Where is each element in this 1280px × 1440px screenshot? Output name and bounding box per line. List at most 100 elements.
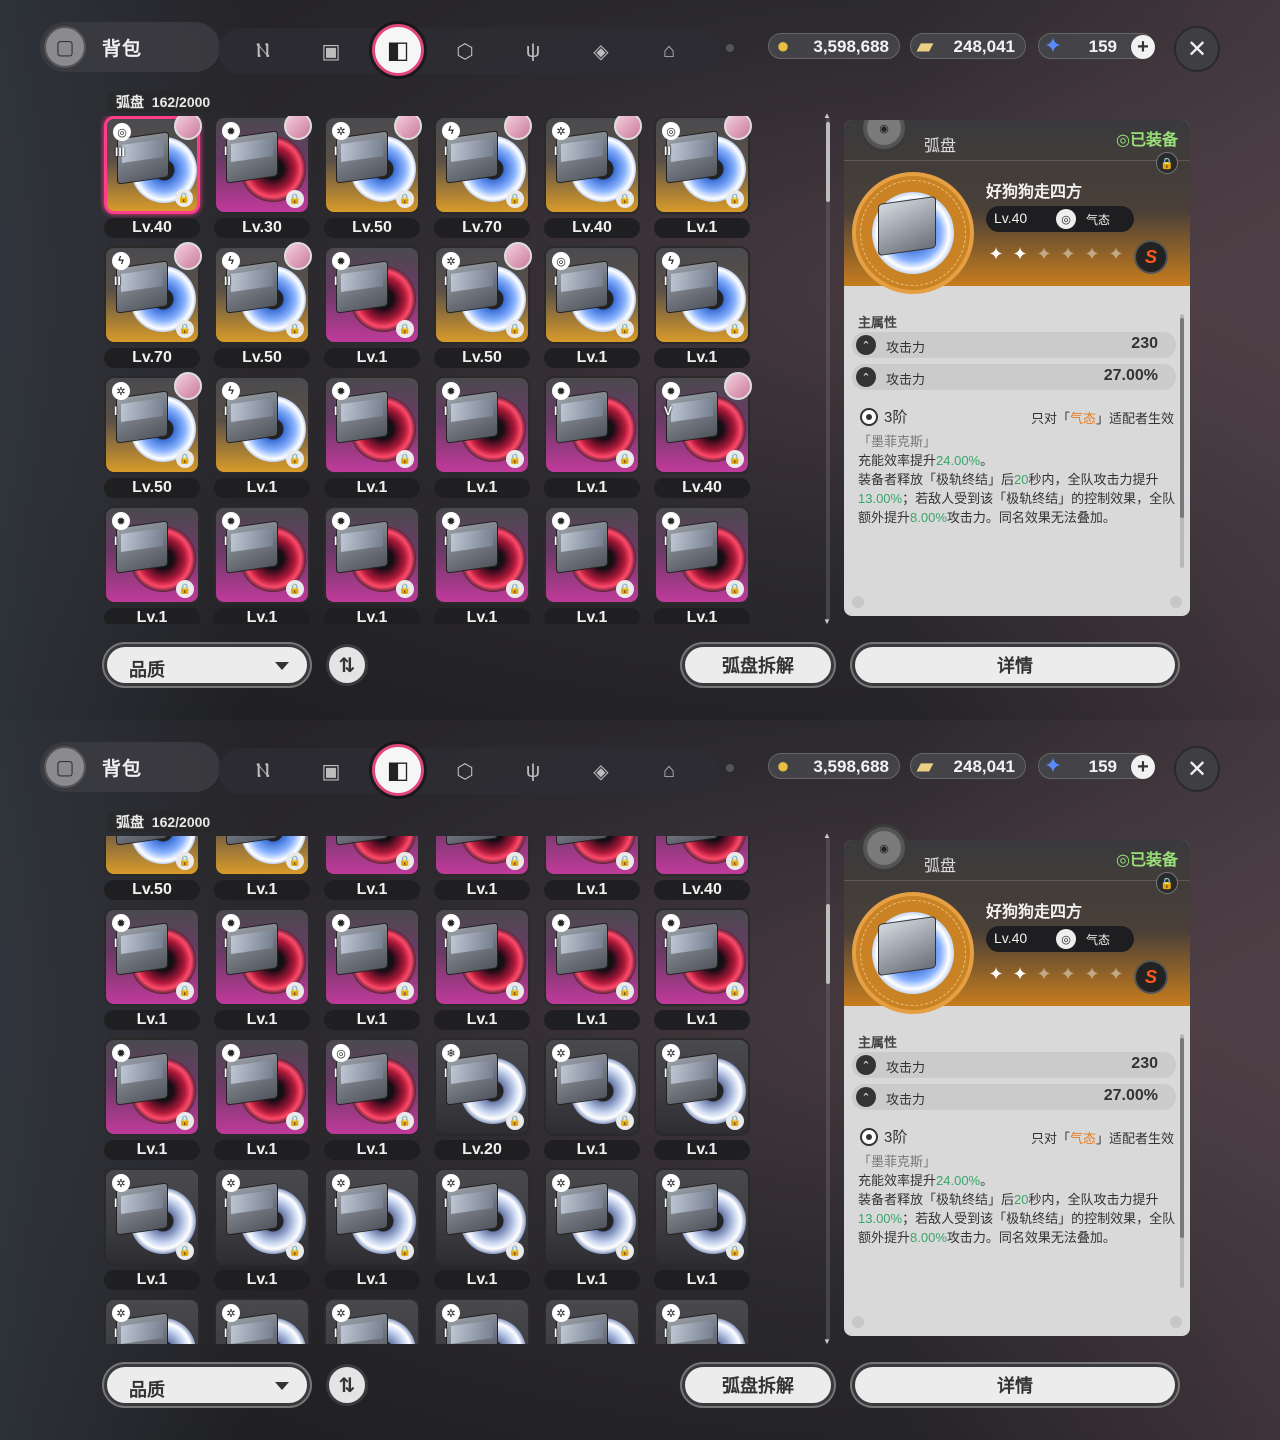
disc-card[interactable]: ✲I🔒	[650, 1298, 750, 1344]
disc-card[interactable]: ✹I🔒Lv.1	[320, 836, 420, 902]
lock-icon[interactable]: 🔒	[176, 1242, 194, 1260]
disc-card[interactable]: ✹I🔒Lv.1	[430, 908, 530, 1032]
quality-filter-dropdown[interactable]: 品质	[104, 644, 310, 686]
disc-card[interactable]: ◎ II 🔒 Lv.1	[650, 116, 752, 240]
add-crystal-button[interactable]: +	[1131, 35, 1155, 59]
disc-card[interactable]: ✲ I 🔒 Lv.1	[320, 1168, 420, 1292]
disc-card[interactable]: ✲I🔒	[430, 1298, 530, 1344]
lock-icon[interactable]: 🔒	[286, 1112, 304, 1130]
currency-crystal[interactable]: ✦ 159 +	[1038, 753, 1155, 779]
currency-ticket[interactable]: ▰ 248,041	[910, 33, 1026, 59]
detail-scrollbar[interactable]	[1180, 1034, 1184, 1288]
lock-icon[interactable]: 🔒	[396, 1112, 414, 1130]
quality-filter-dropdown[interactable]: 品质	[104, 1364, 310, 1406]
lock-icon[interactable]: 🔒	[506, 1112, 524, 1130]
lock-icon[interactable]: 🔒	[726, 1112, 744, 1130]
cube-icon[interactable]: ⬡	[448, 754, 482, 788]
lock-icon[interactable]: 🔒	[616, 320, 634, 338]
scroll-thumb[interactable]	[826, 904, 830, 984]
n-logo-icon[interactable]: Ⲛ	[246, 754, 280, 788]
fork-knife-icon[interactable]: ψ	[516, 754, 550, 788]
disc-card[interactable]: ϟ I 🔒 Lv.70	[430, 116, 532, 240]
lock-icon[interactable]: 🔒	[286, 320, 304, 338]
lock-icon[interactable]: 🔒	[175, 189, 193, 207]
lock-icon[interactable]: 🔒	[176, 982, 194, 1000]
disc-card[interactable]: ✲I🔒Lv.50	[320, 116, 422, 240]
lock-icon[interactable]: 🔒	[286, 982, 304, 1000]
disc-card[interactable]: ◎ I 🔒 Lv.1	[540, 246, 640, 370]
lock-icon[interactable]: 🔒	[286, 1242, 304, 1260]
lock-icon[interactable]: 🔒	[176, 1112, 194, 1130]
disc-tab-icon[interactable]: ◧	[372, 24, 424, 76]
close-button[interactable]: ✕	[1174, 746, 1220, 792]
disc-card[interactable]: ✹I🔒Lv.1	[540, 836, 640, 902]
lock-icon[interactable]: 🔒	[396, 450, 414, 468]
sort-arrows-icon[interactable]: ⇅	[326, 1364, 368, 1406]
sort-arrows-icon[interactable]: ⇅	[326, 644, 368, 686]
disc-card[interactable]: ✲I🔒Lv.50	[100, 836, 200, 902]
lock-icon[interactable]: 🔒	[396, 1242, 414, 1260]
disc-card[interactable]: ✹I🔒Lv.1	[430, 376, 530, 500]
disc-card[interactable]: ✲I🔒	[320, 1298, 420, 1344]
box-stack-icon[interactable]: ◈	[584, 754, 618, 788]
disc-card[interactable]: ✹I🔒Lv.1	[540, 506, 640, 624]
lock-icon[interactable]: 🔒	[176, 450, 194, 468]
n-logo-icon[interactable]: Ⲛ	[246, 34, 280, 68]
currency-gold[interactable]: ● 3,598,688	[768, 753, 900, 779]
lock-icon[interactable]: 🔒	[176, 580, 194, 598]
disc-card[interactable]: ✹I🔒Lv.1	[210, 908, 310, 1032]
lock-icon[interactable]: 🔒	[616, 1242, 634, 1260]
disc-card[interactable]: ✹I🔒Lv.1	[650, 506, 750, 624]
disc-card[interactable]: ✹I🔒Lv.1	[540, 376, 640, 500]
disc-card[interactable]: ϟI🔒Lv.1	[650, 246, 750, 370]
lock-icon[interactable]: 🔒	[1156, 152, 1178, 174]
disc-card[interactable]: ✲ I 🔒 Lv.1	[540, 1038, 640, 1162]
lock-icon[interactable]: 🔒	[506, 190, 524, 208]
grid-scrollbar[interactable]: ▲ ▼	[823, 832, 831, 1346]
lock-icon[interactable]: 🔒	[286, 852, 304, 870]
disc-card[interactable]: ✹I🔒Lv.1	[430, 506, 530, 624]
lock-icon[interactable]: 🔒	[396, 320, 414, 338]
currency-gold[interactable]: ● 3,598,688	[768, 33, 900, 59]
disc-card[interactable]: ◎ III 🔒 Lv.40	[100, 116, 202, 240]
grid-scrollbar[interactable]: ▲ ▼	[823, 112, 831, 626]
dismantle-button[interactable]: 弧盘拆解	[682, 1364, 834, 1406]
details-button[interactable]: 详情	[852, 1364, 1178, 1406]
currency-crystal[interactable]: ✦ 159 +	[1038, 33, 1155, 59]
lock-icon[interactable]: 🔒	[396, 982, 414, 1000]
lock-icon[interactable]: 🔒	[176, 320, 194, 338]
lock-icon[interactable]: 🔒	[506, 450, 524, 468]
disc-card[interactable]: ϟI🔒Lv.1	[210, 836, 310, 902]
lock-icon[interactable]: 🔒	[506, 320, 524, 338]
disc-tab-icon[interactable]: ◧	[372, 744, 424, 796]
disc-card[interactable]: ϟI🔒Lv.1	[210, 376, 310, 500]
detail-scroll-thumb[interactable]	[1180, 318, 1184, 518]
disc-card[interactable]: ✲ I 🔒 Lv.1	[650, 1168, 750, 1292]
lock-icon[interactable]: 🔒	[726, 580, 744, 598]
lock-icon[interactable]: 🔒	[1156, 872, 1178, 894]
lock-icon[interactable]: 🔒	[616, 852, 634, 870]
gameboy-icon[interactable]: ▣	[314, 34, 348, 68]
disc-card[interactable]: ϟ II 🔒 Lv.50	[210, 242, 312, 370]
box-stack-icon[interactable]: ◈	[584, 34, 618, 68]
disc-card[interactable]: ✹I🔒Lv.1	[100, 506, 200, 624]
lock-icon[interactable]: 🔒	[616, 982, 634, 1000]
disc-card[interactable]: ✹ I 🔒 Lv.30	[210, 116, 312, 240]
disc-card[interactable]: ✲ I 🔒 Lv.1	[650, 1038, 750, 1162]
lock-icon[interactable]: 🔒	[616, 580, 634, 598]
lock-icon[interactable]: 🔒	[286, 190, 304, 208]
disc-card[interactable]: ϟ II 🔒 Lv.70	[100, 242, 202, 370]
lock-icon[interactable]: 🔒	[176, 852, 194, 870]
lock-icon[interactable]: 🔒	[726, 982, 744, 1000]
disc-card[interactable]: ✹I🔒Lv.1	[650, 908, 750, 1032]
disc-card[interactable]: ✹I🔒Lv.1	[320, 506, 420, 624]
lock-icon[interactable]: 🔒	[616, 1112, 634, 1130]
gameboy-icon[interactable]: ▣	[314, 754, 348, 788]
home-icon[interactable]: ⌂	[652, 34, 686, 68]
currency-ticket[interactable]: ▰ 248,041	[910, 753, 1026, 779]
disc-card[interactable]: ✹ V 🔒 Lv.40	[650, 372, 752, 500]
disc-card[interactable]: ❄ I 🔒 Lv.20	[430, 1038, 530, 1162]
disc-card[interactable]: ✹I🔒Lv.1	[320, 908, 420, 1032]
lock-icon[interactable]: 🔒	[396, 852, 414, 870]
fork-knife-icon[interactable]: ψ	[516, 34, 550, 68]
